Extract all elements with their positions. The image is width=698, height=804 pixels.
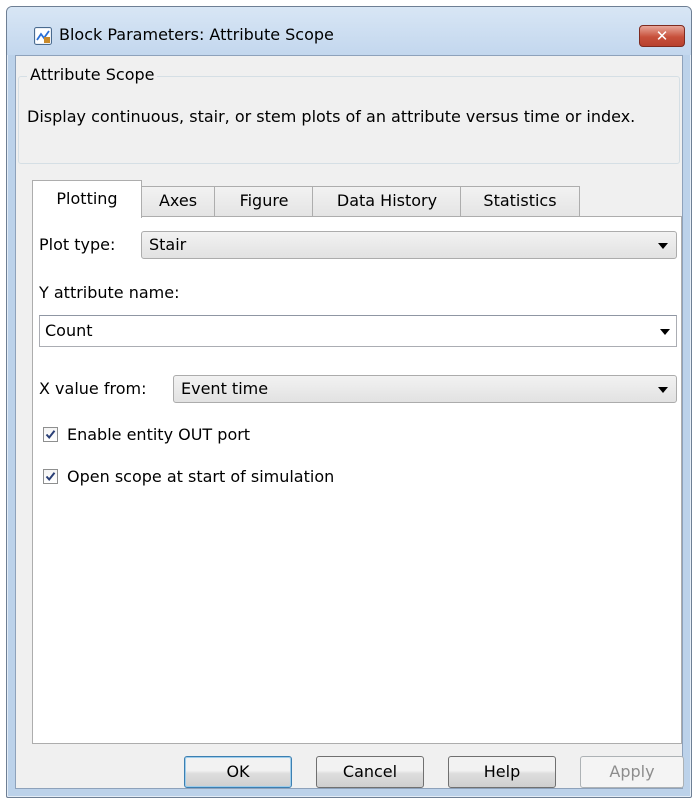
open-scope-label: Open scope at start of simulation — [67, 467, 335, 486]
tab-statistics[interactable]: Statistics — [460, 186, 580, 216]
enable-out-port-checkbox[interactable] — [43, 427, 58, 442]
chevron-down-icon — [658, 387, 668, 393]
tab-data-history[interactable]: Data History — [312, 186, 462, 216]
open-scope-checkbox[interactable] — [43, 469, 58, 484]
dialog-window: Block Parameters: Attribute Scope ✕ Attr… — [6, 6, 692, 798]
window-title: Block Parameters: Attribute Scope — [59, 25, 334, 44]
plot-type-value: Stair — [149, 235, 187, 254]
y-attribute-value: Count — [45, 321, 93, 340]
plotting-panel: Plot type: Stair Y attribute name: Count… — [32, 216, 682, 744]
checkmark-icon — [45, 472, 56, 482]
apply-button[interactable]: Apply — [580, 756, 684, 788]
plot-type-dropdown[interactable]: Stair — [141, 231, 677, 259]
dialog-client-area: Attribute Scope Display continuous, stai… — [15, 55, 684, 789]
x-value-dropdown[interactable]: Event time — [173, 375, 677, 403]
tab-figure[interactable]: Figure — [214, 186, 314, 216]
description-legend: Attribute Scope — [27, 65, 158, 84]
tab-plotting[interactable]: Plotting — [32, 180, 142, 218]
chevron-down-icon — [658, 243, 668, 249]
cancel-button[interactable]: Cancel — [316, 756, 424, 788]
x-value-value: Event time — [181, 379, 269, 398]
enable-out-port-label: Enable entity OUT port — [67, 425, 251, 444]
tab-axes[interactable]: Axes — [140, 186, 216, 216]
y-attribute-combobox[interactable]: Count — [39, 315, 677, 347]
help-button[interactable]: Help — [448, 756, 556, 788]
description-text: Display continuous, stair, or stem plots… — [27, 107, 636, 126]
plot-type-label: Plot type: — [39, 235, 116, 254]
ok-button[interactable]: OK — [184, 756, 292, 788]
simulink-block-icon — [34, 27, 52, 45]
checkmark-icon — [45, 430, 56, 440]
close-icon: ✕ — [655, 27, 669, 45]
description-group: Attribute Scope Display continuous, stai… — [18, 65, 680, 164]
title-bar[interactable]: Block Parameters: Attribute Scope ✕ — [7, 7, 691, 55]
chevron-down-icon — [660, 329, 670, 335]
close-button[interactable]: ✕ — [639, 25, 685, 47]
y-attribute-label: Y attribute name: — [39, 283, 180, 302]
x-value-label: X value from: — [39, 379, 147, 398]
